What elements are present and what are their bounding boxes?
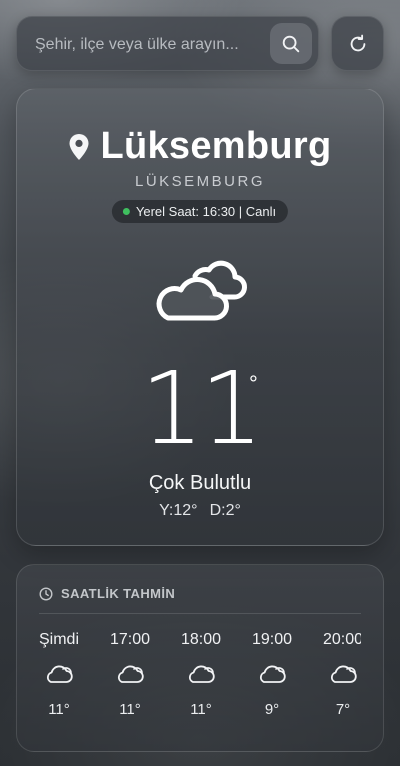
hour-temperature: 7° [335,701,351,718]
location-pin-icon [69,133,89,160]
temperature-unit: ° [249,371,258,396]
local-time-badge: Yerel Saat: 16:30 | Canlı [111,200,289,223]
hour-time: Şimdi [38,631,79,648]
current-weather-card: Lüksemburg LÜKSEMBURG Yerel Saat: 16:30 … [16,88,384,546]
hour-temperature: 11° [119,701,141,718]
hourly-forecast-header: SAATLİK TAHMİN [39,586,175,601]
country-name: LÜKSEMBURG [134,173,266,190]
hour-time: 20:00 [322,631,361,648]
hourly-track: Şimdi 11° 17:00 11° 18:00 11° 19:00 9° 2… [31,623,361,718]
low-temperature: D:2° [209,502,241,519]
search-input[interactable] [33,17,267,72]
hour-temperature: 11° [48,701,70,718]
hourly-item: 17:00 11° [102,623,158,718]
hourly-forecast-title: SAATLİK TAHMİN [61,586,176,601]
refresh-button[interactable] [331,16,384,71]
divider [39,613,361,614]
city-name: Lüksemburg [100,125,332,167]
weather-condition: Çok Bulutlu [148,472,252,494]
local-time-text: Yerel Saat: 16:30 | Canlı [135,204,277,219]
hour-time: 18:00 [180,631,222,648]
cloudy-icon [156,260,247,321]
hour-time: 19:00 [251,631,293,648]
cloud-icon [330,665,357,683]
hour-temperature: 11° [190,701,212,718]
refresh-icon [350,34,365,51]
city-row: Lüksemburg [17,125,383,168]
cloud-icon [188,665,215,683]
hour-time: 17:00 [109,631,151,648]
live-indicator-dot [122,208,130,215]
hourly-item: 18:00 11° [173,623,229,718]
cloud-icon [117,665,144,683]
hour-temperature: 9° [264,701,280,718]
search-bar [16,16,319,72]
search-button[interactable] [270,23,312,64]
hourly-scroll-area[interactable]: Şimdi 11° 17:00 11° 18:00 11° 19:00 9° 2… [31,623,361,743]
cloud-icon [259,665,286,683]
search-icon [282,35,300,52]
high-low-temperatures: Y:12° D:2° [17,502,383,520]
clock-icon [39,586,53,601]
high-temperature: Y:12° [159,502,198,519]
current-temperature: 11 [140,350,263,467]
hourly-item: 20:00 7° [315,623,361,718]
cloud-icon [46,665,73,683]
hourly-item: Şimdi 11° [31,623,87,718]
hourly-forecast-card: SAATLİK TAHMİN Şimdi 11° 17:00 11° 18:00… [16,564,384,752]
hourly-item: 19:00 9° [244,623,300,718]
